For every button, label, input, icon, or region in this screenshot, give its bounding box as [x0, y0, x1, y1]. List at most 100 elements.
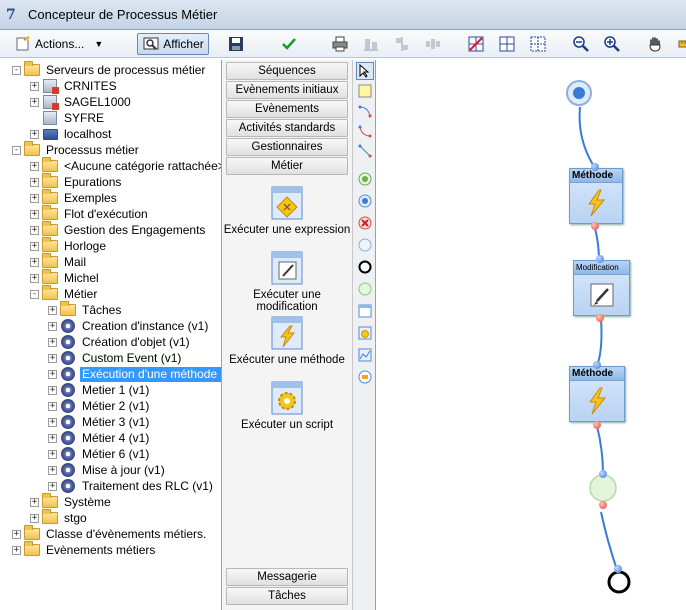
ruler-button[interactable] — [673, 33, 686, 55]
collapse-toggle[interactable]: - — [12, 145, 21, 155]
tree-server-item[interactable]: SYFRE — [30, 110, 106, 126]
tree-folder-item[interactable]: + Gestion des Engagements — [30, 221, 207, 238]
tree-process-item[interactable]: + Traitement des RLC (v1) — [48, 478, 215, 494]
palette-item[interactable]: Exécuter une méthode — [222, 316, 352, 366]
expand-toggle[interactable]: + — [48, 353, 57, 363]
tree-folder-item[interactable]: + stgo — [30, 509, 89, 526]
note-tool[interactable] — [356, 82, 374, 100]
expand-toggle[interactable]: + — [48, 417, 57, 427]
expand-toggle[interactable]: + — [48, 433, 57, 443]
intermediate-event-tool[interactable] — [356, 192, 374, 210]
tree-process-item[interactable]: + Mise à jour (v1) — [48, 462, 167, 478]
window-tool[interactable] — [356, 302, 374, 320]
chart-tool[interactable] — [356, 346, 374, 364]
expand-toggle[interactable]: + — [30, 97, 39, 107]
palette-category-button[interactable]: Métier — [226, 157, 348, 175]
end-event-node[interactable] — [607, 570, 631, 594]
link-tool-1[interactable] — [356, 102, 374, 120]
end-event-tool[interactable] — [356, 258, 374, 276]
palette-category-button[interactable]: Séquences — [226, 62, 348, 80]
script-tool[interactable] — [356, 324, 374, 342]
expand-toggle[interactable]: + — [30, 273, 39, 283]
expand-toggle[interactable]: + — [48, 465, 57, 475]
output-port[interactable] — [593, 421, 601, 429]
tree-folder-item[interactable]: + Michel — [30, 269, 101, 286]
validate-button[interactable] — [276, 33, 305, 55]
expand-toggle[interactable]: + — [48, 449, 57, 459]
expand-toggle[interactable]: + — [48, 321, 57, 331]
link-tool-3[interactable] — [356, 142, 374, 160]
save-button[interactable] — [223, 33, 252, 55]
expand-toggle[interactable]: + — [30, 193, 39, 203]
palette-category-button[interactable]: Evènements — [226, 100, 348, 118]
expand-toggle[interactable]: + — [30, 209, 39, 219]
tree-server-item[interactable]: + localhost — [30, 126, 113, 142]
expand-toggle[interactable]: + — [30, 497, 39, 507]
tree-process-item[interactable]: + Custom Event (v1) — [48, 350, 183, 366]
start-event-tool[interactable] — [356, 170, 374, 188]
align-vertical-button[interactable] — [358, 33, 387, 55]
gateway-node[interactable] — [589, 474, 617, 502]
distribute-button[interactable] — [420, 33, 449, 55]
grid-button[interactable] — [494, 33, 523, 55]
palette-category-button[interactable]: Activités standards — [226, 119, 348, 137]
expand-toggle[interactable]: + — [30, 81, 39, 91]
snap-grid-button[interactable] — [525, 33, 554, 55]
expand-toggle[interactable]: + — [48, 481, 57, 491]
zoom-in-button[interactable] — [599, 33, 628, 55]
empty-event-tool[interactable] — [356, 236, 374, 254]
tree-process-item[interactable]: + Metier 1 (v1) — [48, 382, 151, 398]
expand-toggle[interactable]: + — [30, 257, 39, 267]
tree-folder-item[interactable]: + Système — [30, 493, 113, 510]
tree-root-item[interactable]: + Evènements métiers — [12, 541, 157, 558]
afficher-button[interactable]: Afficher — [137, 32, 209, 55]
palette-category-button[interactable]: Gestionnaires — [226, 138, 348, 156]
tree-process-item[interactable]: + Métier 6 (v1) — [48, 446, 151, 462]
actions-menu-button[interactable]: Actions... ▼ — [10, 33, 107, 55]
tree-processes-root[interactable]: - Processus métier — [12, 141, 141, 158]
expand-toggle[interactable]: + — [30, 177, 39, 187]
link-tool-2[interactable] — [356, 122, 374, 140]
print-button[interactable] — [327, 33, 356, 55]
expand-toggle[interactable]: + — [30, 241, 39, 251]
expand-toggle[interactable]: + — [30, 129, 39, 139]
timer-tool[interactable] — [356, 368, 374, 386]
expand-toggle[interactable]: + — [12, 545, 21, 555]
palette-item[interactable]: Exécuter une modification — [222, 251, 352, 313]
expand-toggle[interactable]: + — [30, 161, 39, 171]
tree-process-item[interactable]: + Métier 4 (v1) — [48, 430, 151, 446]
tree-folder-item[interactable]: + Exemples — [30, 189, 119, 206]
tree-server-item[interactable]: + CRNITES — [30, 78, 119, 94]
tree-process-item[interactable]: + Métier 2 (v1) — [48, 398, 151, 414]
input-port[interactable] — [596, 255, 604, 263]
pan-button[interactable] — [642, 33, 671, 55]
output-port[interactable] — [599, 501, 607, 509]
expand-toggle[interactable]: + — [48, 385, 57, 395]
input-port[interactable] — [599, 470, 607, 478]
palette-item[interactable]: Exécuter un script — [222, 381, 352, 431]
tree-process-item[interactable]: + Tâches — [48, 301, 123, 318]
input-port[interactable] — [591, 163, 599, 171]
tree-folder-item[interactable]: - Métier — [30, 285, 99, 302]
expand-toggle[interactable]: + — [48, 305, 57, 315]
methode-node-1[interactable]: Méthode — [569, 168, 623, 224]
modification-node[interactable]: Modification — [573, 260, 630, 316]
input-port[interactable] — [614, 565, 622, 573]
palette-category-button[interactable]: Tâches — [226, 587, 348, 605]
expand-toggle[interactable]: + — [48, 337, 57, 347]
tree-process-item[interactable]: + Création d'objet (v1) — [48, 334, 192, 350]
output-port[interactable] — [591, 222, 599, 230]
tree-process-item[interactable]: + Métier 3 (v1) — [48, 414, 151, 430]
expand-toggle[interactable]: + — [48, 369, 57, 379]
process-canvas[interactable]: Méthode Modification Méthode — [377, 60, 686, 610]
expand-toggle[interactable]: + — [12, 529, 21, 539]
tree-root-item[interactable]: + Classe d'évènements métiers. — [12, 525, 208, 542]
zoom-out-button[interactable] — [568, 33, 597, 55]
delete-link-button[interactable] — [463, 33, 492, 55]
align-horizontal-button[interactable] — [389, 33, 418, 55]
tree-folder-item[interactable]: + Horloge — [30, 237, 108, 254]
methode-node-2[interactable]: Méthode — [569, 366, 625, 422]
palette-item[interactable]: Exécuter une expression — [222, 186, 352, 236]
tree-folder-item[interactable]: + Mail — [30, 253, 88, 270]
tree-folder-item[interactable]: + Flot d'exécution — [30, 205, 150, 222]
